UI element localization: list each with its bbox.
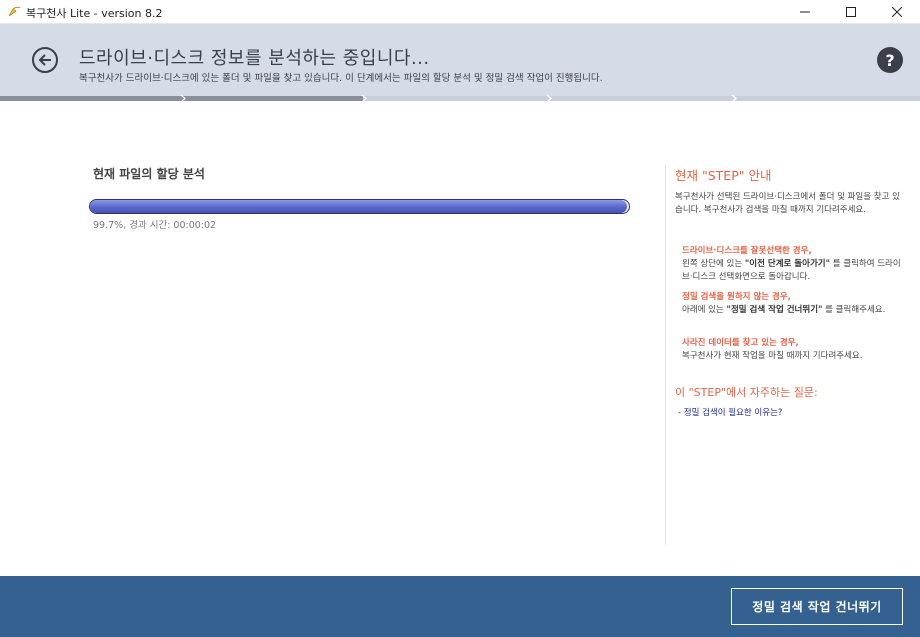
- step-marker-icon: [546, 95, 552, 102]
- window-title: 복구천사 Lite - version 8.2: [26, 7, 163, 20]
- minimize-button[interactable]: [782, 0, 828, 24]
- tip-text: 왼쪽 상단에 있는: [682, 259, 745, 269]
- maximize-icon: [846, 7, 856, 17]
- step-progress-bar: [0, 95, 920, 102]
- faq-title: 이 "STEP"에서 자주하는 질문:: [675, 386, 818, 399]
- step-marker-icon: [180, 95, 186, 102]
- tip-wrong-drive: 드라이브·디스크를 잘못선택한 경우, 왼쪽 상단에 있는 "이전 단계로 돌아가…: [682, 245, 907, 284]
- tip-heading: 정밀 검색을 원하지 않는 경우,: [682, 292, 791, 302]
- panel-title: 현재 "STEP" 안내: [675, 168, 772, 183]
- tip-text: 복구천사가 현재 작업을 마칠 때까지 기다려주세요.: [682, 351, 863, 361]
- back-button[interactable]: [32, 47, 58, 73]
- app-icon: [8, 6, 21, 17]
- step-marker-icon: [361, 95, 367, 102]
- progress-bar: [89, 199, 630, 214]
- tip-text: 를 클릭해주세요.: [822, 305, 886, 315]
- panel-intro: 복구천사가 선택된 드라이브·디스크에서 폴더 및 파일을 찾고 있습니다. 복…: [675, 192, 900, 215]
- tip-text: 아래에 있는: [682, 305, 727, 315]
- maximize-button[interactable]: [828, 0, 874, 24]
- panel-divider: [665, 165, 666, 545]
- tip-emphasis: "정밀 검색 작업 건너뛰기": [726, 305, 823, 315]
- arrow-left-icon: [38, 54, 51, 66]
- help-button[interactable]: ?: [877, 47, 903, 73]
- progress-label: 현재 파일의 할당 분석: [93, 167, 205, 181]
- skip-deep-scan-button[interactable]: 정밀 검색 작업 건너뛰기: [731, 588, 903, 625]
- tip-heading: 사라진 데이터를 찾고 있는 경우,: [682, 338, 799, 348]
- question-mark-icon: ?: [885, 50, 895, 70]
- tip-skip-scan: 정밀 검색을 원하지 않는 경우, 아래에 있는 "정밀 검색 작업 건너뛰기" …: [682, 291, 907, 317]
- footer-bar: 정밀 검색 작업 건너뛰기: [0, 576, 920, 637]
- faq-link[interactable]: - 정밀 검색이 필요한 이유는?: [678, 406, 782, 418]
- page-title: 드라이브·디스크 정보를 분석하는 중입니다...: [79, 48, 430, 69]
- page-header: 드라이브·디스크 정보를 분석하는 중입니다... 복구천사가 드라이브·디스크…: [0, 24, 920, 96]
- tip-lost-data: 사라진 데이터를 찾고 있는 경우, 복구천사가 현재 작업을 마칠 때까지 기다…: [682, 337, 907, 363]
- progress-bar-fill: [90, 200, 628, 213]
- title-bar: 복구천사 Lite - version 8.2: [0, 0, 920, 24]
- progress-status: 99.7%, 경과 시간: 00:00:02: [93, 220, 217, 231]
- close-button[interactable]: [874, 0, 920, 24]
- close-icon: [892, 7, 902, 17]
- page-subtitle: 복구천사가 드라이브·디스크에 있는 폴더 및 파일을 찾고 있습니다. 이 단…: [79, 73, 603, 84]
- minimize-icon: [800, 11, 810, 13]
- step-marker-icon: [731, 95, 737, 102]
- tip-heading: 드라이브·디스크를 잘못선택한 경우,: [682, 246, 812, 256]
- tip-emphasis: "이전 단계로 돌아가기": [744, 259, 831, 269]
